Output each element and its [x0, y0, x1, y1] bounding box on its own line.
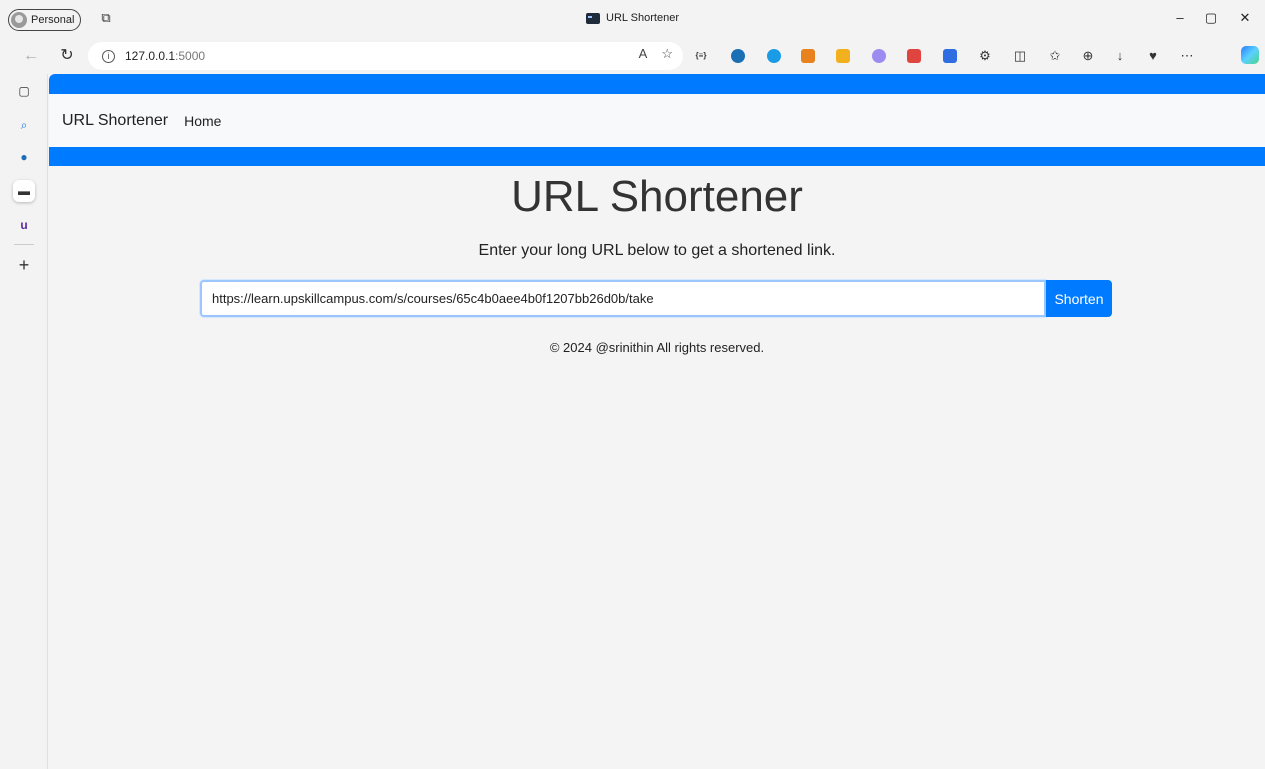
- page-title: URL Shortener: [511, 172, 803, 221]
- ghost-extension-icon[interactable]: [872, 49, 886, 63]
- add-sidebar-item-icon[interactable]: +: [13, 254, 35, 276]
- search-icon[interactable]: ⌕: [13, 114, 35, 136]
- collections-icon[interactable]: ⊕: [1080, 48, 1096, 64]
- address-bar[interactable]: i 127.0.0.1:5000 A ☆: [88, 42, 683, 70]
- pen-extension-icon[interactable]: [836, 49, 850, 63]
- pocket-extension-icon[interactable]: [907, 49, 921, 63]
- avatar: [11, 12, 27, 28]
- favorite-star-icon[interactable]: ☆: [661, 46, 673, 62]
- address-host: 127.0.0.1: [125, 49, 176, 63]
- workspaces-icon[interactable]: ⧉: [98, 10, 114, 26]
- leetcode-extension-icon[interactable]: [767, 49, 781, 63]
- extensions-icon[interactable]: ⚙: [977, 48, 993, 64]
- back-button[interactable]: ←: [20, 46, 42, 66]
- restore-button[interactable]: ▢: [1196, 8, 1226, 28]
- more-menu-icon[interactable]: ⋯: [1179, 48, 1195, 64]
- browser-title-bar: Personal ⧉ URL Shortener – ▢ ✕: [0, 0, 1265, 36]
- shorten-form: Shorten: [200, 280, 1112, 317]
- navbar-brand[interactable]: URL Shortener: [62, 112, 168, 130]
- downloads-icon[interactable]: ↓: [1112, 48, 1128, 64]
- top-blue-strip: [49, 74, 1265, 94]
- upskill-sidebar-icon[interactable]: u: [13, 214, 35, 236]
- shorten-button[interactable]: Shorten: [1046, 280, 1112, 317]
- bitwarden-extension-icon[interactable]: [943, 49, 957, 63]
- profile-label: Personal: [31, 14, 75, 26]
- favorites-icon[interactable]: ✩: [1047, 48, 1063, 64]
- site-info-icon[interactable]: i: [102, 49, 115, 63]
- page-footer: © 2024 @srinithin All rights reserved.: [549, 340, 765, 355]
- copilot-icon[interactable]: [1241, 46, 1259, 64]
- json-extension-icon[interactable]: {≡}: [694, 49, 708, 63]
- profile-button[interactable]: Personal: [8, 9, 82, 31]
- tab-favicon-icon: [586, 12, 601, 24]
- header-blue-strip: [49, 147, 1265, 166]
- site-navbar: URL Shortener Home: [49, 94, 1265, 147]
- edge-extension-icon[interactable]: [731, 49, 745, 63]
- browser-sidebar: ▢ ⌕ ● ▬ u +: [0, 74, 48, 769]
- nav-home-link[interactable]: Home: [184, 113, 221, 129]
- edge-sidebar-icon[interactable]: ●: [13, 146, 35, 168]
- close-window-button[interactable]: ✕: [1230, 8, 1260, 28]
- metamask-extension-icon[interactable]: [801, 49, 815, 63]
- split-screen-icon[interactable]: ◫: [1012, 48, 1028, 64]
- read-aloud-icon[interactable]: A: [639, 46, 648, 62]
- refresh-button[interactable]: ↻: [56, 46, 78, 66]
- page-viewport: URL Shortener Home URL Shortener Enter y…: [49, 74, 1265, 769]
- browser-toolbar: ← ↻ i 127.0.0.1:5000 A ☆ {≡} ⚙ ◫ ✩ ⊕ ↓ ♥…: [0, 38, 1265, 74]
- window-title: URL Shortener: [0, 0, 1265, 36]
- sidebar-divider: [14, 244, 34, 245]
- long-url-input[interactable]: [200, 280, 1046, 317]
- address-port: :5000: [175, 49, 206, 63]
- page-subtitle: Enter your long URL below to get a short…: [478, 242, 836, 259]
- tab-actions-icon[interactable]: ▢: [13, 80, 35, 102]
- browser-essentials-icon[interactable]: ♥: [1145, 48, 1161, 64]
- url-shortener-sidebar-icon[interactable]: ▬: [13, 180, 35, 202]
- window-title-text[interactable]: URL Shortener: [606, 12, 679, 24]
- minimize-button[interactable]: –: [1165, 8, 1195, 28]
